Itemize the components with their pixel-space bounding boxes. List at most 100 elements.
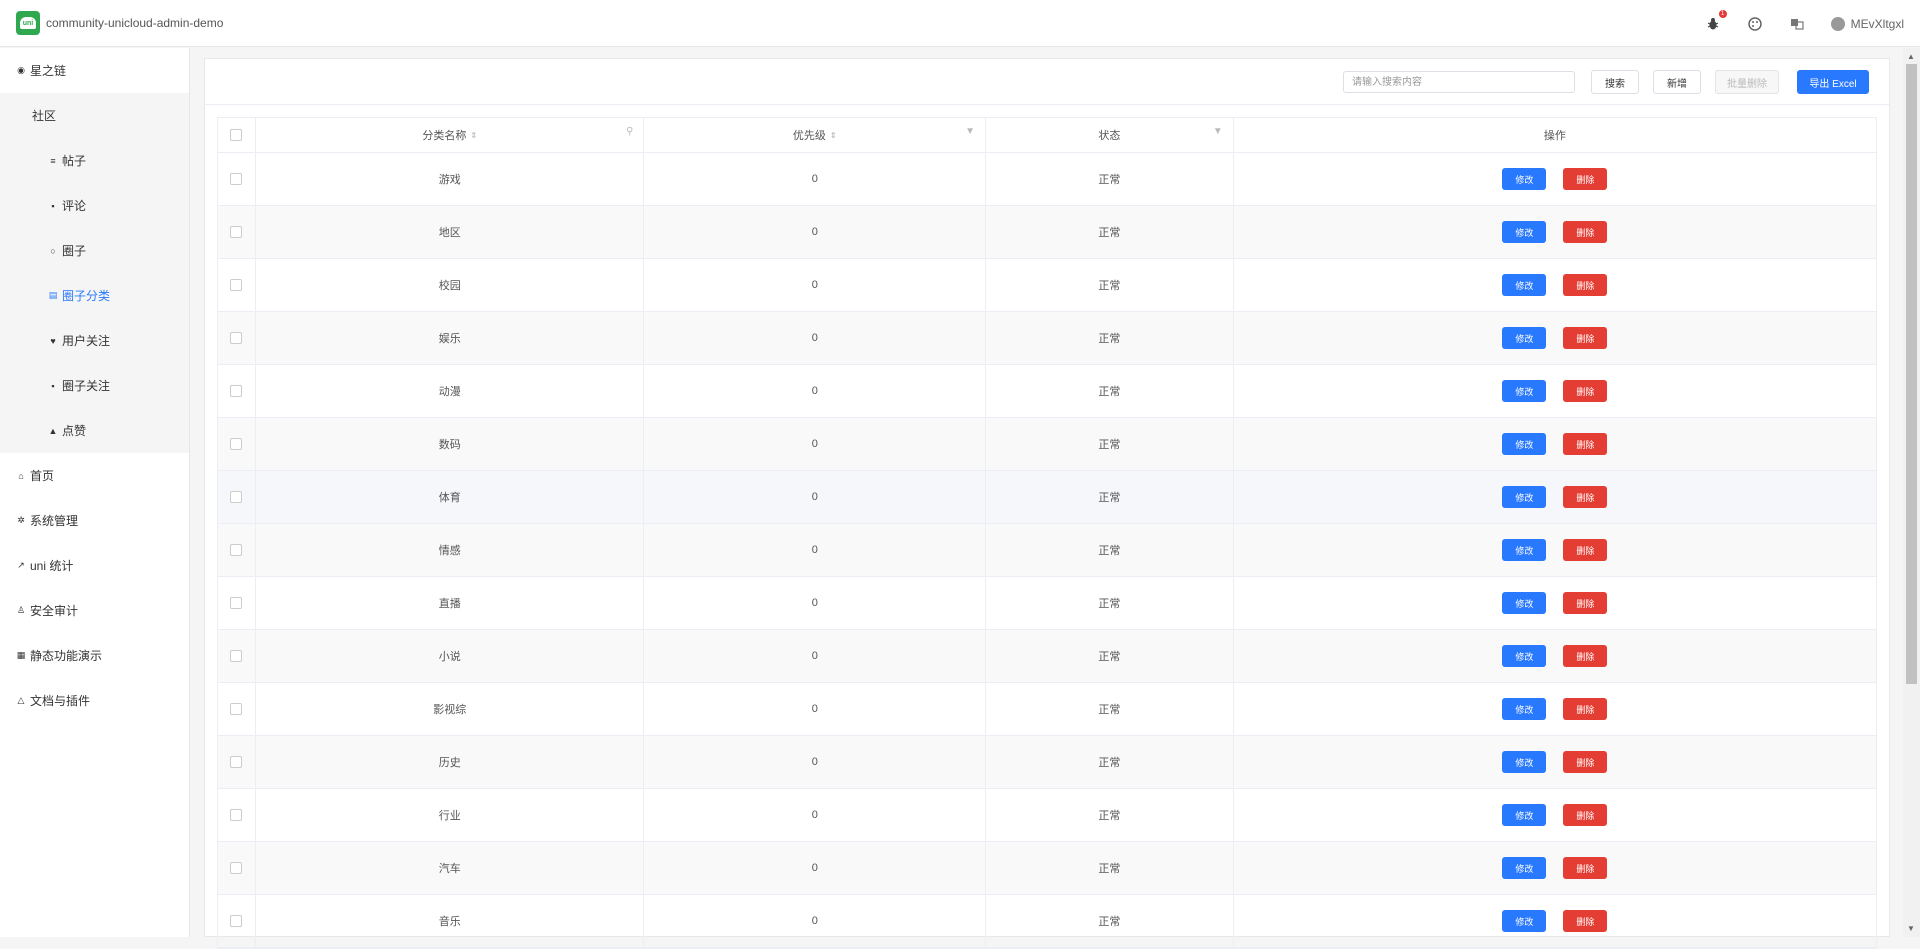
delete-button[interactable]: 删除 — [1563, 274, 1608, 296]
cell-name: 校园 — [256, 259, 645, 311]
sidebar-item-home[interactable]: ⌂ 首页 — [0, 453, 189, 498]
delete-button[interactable]: 删除 — [1563, 910, 1608, 932]
cell-name: 动漫 — [256, 365, 645, 417]
sort-icon[interactable]: ⇕ — [470, 131, 477, 140]
delete-button[interactable]: 删除 — [1563, 380, 1608, 402]
edit-button[interactable]: 修改 — [1502, 539, 1547, 561]
row-checkbox[interactable] — [230, 597, 243, 609]
header-name[interactable]: 分类名称 ⇕ ⚲ — [256, 118, 645, 152]
search-button[interactable]: 搜索 — [1591, 70, 1639, 94]
delete-button[interactable]: 删除 — [1563, 645, 1608, 667]
cell-priority: 0 — [644, 418, 987, 470]
scroll-up-icon[interactable]: ▲ — [1907, 52, 1915, 61]
search-icon[interactable]: ⚲ — [626, 126, 633, 137]
edit-button[interactable]: 修改 — [1502, 486, 1547, 508]
edit-button[interactable]: 修改 — [1502, 804, 1547, 826]
delete-button[interactable]: 删除 — [1563, 486, 1608, 508]
batch-delete-button[interactable]: 批量删除 — [1715, 70, 1779, 94]
sidebar-item-stats[interactable]: ↗ uni 统计 — [0, 543, 189, 588]
sidebar-item-system[interactable]: ✲ 系统管理 — [0, 498, 189, 543]
row-checkbox[interactable] — [230, 332, 243, 344]
header-priority[interactable]: 优先级 ⇕ ▼ — [644, 118, 987, 152]
edit-button[interactable]: 修改 — [1502, 380, 1547, 402]
delete-button[interactable]: 删除 — [1563, 698, 1608, 720]
cell-status: 正常 — [986, 842, 1234, 894]
sort-icon[interactable]: ⇕ — [830, 131, 837, 140]
cell-actions: 修改 删除 — [1234, 418, 1876, 470]
cell-name: 汽车 — [256, 842, 645, 894]
cell-name: 游戏 — [256, 153, 645, 205]
delete-button[interactable]: 删除 — [1563, 804, 1608, 826]
delete-button[interactable]: 删除 — [1563, 221, 1608, 243]
edit-button[interactable]: 修改 — [1502, 910, 1547, 932]
sidebar-item-circle-categories[interactable]: ▤ 圈子分类 — [0, 273, 189, 318]
sidebar-item-posts[interactable]: ≡ 帖子 — [0, 138, 189, 183]
edit-button[interactable]: 修改 — [1502, 274, 1547, 296]
edit-button[interactable]: 修改 — [1502, 751, 1547, 773]
filter-icon[interactable]: ▼ — [1213, 126, 1223, 137]
scroll-thumb[interactable] — [1906, 64, 1917, 684]
sidebar-item-label: 评论 — [62, 199, 87, 213]
add-button[interactable]: 新增 — [1653, 70, 1701, 94]
sidebar-item-circles[interactable]: ○ 圈子 — [0, 228, 189, 273]
select-all-checkbox[interactable] — [230, 129, 243, 141]
delete-button[interactable]: 删除 — [1563, 327, 1608, 349]
app-title[interactable]: community-unicloud-admin-demo — [46, 16, 223, 30]
row-checkbox[interactable] — [230, 915, 243, 927]
edit-button[interactable]: 修改 — [1502, 857, 1547, 879]
delete-button[interactable]: 删除 — [1563, 857, 1608, 879]
row-checkbox[interactable] — [230, 703, 243, 715]
edit-button[interactable]: 修改 — [1502, 433, 1547, 455]
delete-button[interactable]: 删除 — [1563, 433, 1608, 455]
sidebar-group-community[interactable]: 社区 — [0, 93, 189, 138]
sidebar-item-likes[interactable]: ▲ 点赞 — [0, 408, 189, 453]
cell-actions: 修改 删除 — [1234, 683, 1876, 735]
header-priority-label: 优先级 — [792, 130, 826, 142]
palette-icon[interactable] — [1747, 16, 1763, 32]
language-icon[interactable] — [1789, 16, 1805, 32]
sidebar-item-docs[interactable]: △ 文档与插件 — [0, 678, 189, 723]
delete-button[interactable]: 删除 — [1563, 539, 1608, 561]
sidebar-item-audit[interactable]: ♙ 安全审计 — [0, 588, 189, 633]
sidebar-item-circle-follows[interactable]: ▪ 圈子关注 — [0, 363, 189, 408]
search-input[interactable] — [1343, 71, 1575, 93]
scroll-down-icon[interactable]: ▼ — [1907, 924, 1915, 933]
page-scrollbar[interactable]: ▲ ▼ — [1903, 48, 1920, 937]
user-menu[interactable]: MEvXltgxl — [1830, 16, 1904, 31]
row-checkbox[interactable] — [230, 279, 243, 291]
table-row: 地区 0 正常 修改 删除 — [218, 206, 1876, 259]
edit-button[interactable]: 修改 — [1502, 221, 1547, 243]
export-excel-button[interactable]: 导出 Excel — [1797, 70, 1869, 94]
edit-button[interactable]: 修改 — [1502, 645, 1547, 667]
row-checkbox[interactable] — [230, 226, 243, 238]
row-checkbox[interactable] — [230, 544, 243, 556]
row-checkbox[interactable] — [230, 173, 243, 185]
row-checkbox[interactable] — [230, 862, 243, 874]
edit-button[interactable]: 修改 — [1502, 327, 1547, 349]
edit-button[interactable]: 修改 — [1502, 698, 1547, 720]
table-row: 情感 0 正常 修改 删除 — [218, 524, 1876, 577]
sidebar-item-xingzhilian[interactable]: ◉ 星之链 — [0, 48, 189, 93]
sidebar-item-demo[interactable]: ▦ 静态功能演示 — [0, 633, 189, 678]
bug-icon[interactable]: 1 — [1705, 9, 1727, 32]
app-logo[interactable]: uni — [16, 11, 40, 35]
edit-button[interactable]: 修改 — [1502, 168, 1547, 190]
header-status[interactable]: 状态 ▼ — [986, 118, 1234, 152]
delete-button[interactable]: 删除 — [1563, 751, 1608, 773]
delete-button[interactable]: 删除 — [1563, 168, 1608, 190]
delete-button[interactable]: 删除 — [1563, 592, 1608, 614]
table-row: 直播 0 正常 修改 删除 — [218, 577, 1876, 630]
filter-icon[interactable]: ▼ — [965, 126, 975, 137]
row-checkbox[interactable] — [230, 756, 243, 768]
list-icon: ≡ — [50, 155, 56, 166]
row-checkbox-cell — [218, 365, 256, 417]
edit-button[interactable]: 修改 — [1502, 592, 1547, 614]
row-checkbox[interactable] — [230, 491, 243, 503]
row-checkbox[interactable] — [230, 385, 243, 397]
row-checkbox[interactable] — [230, 809, 243, 821]
row-checkbox[interactable] — [230, 438, 243, 450]
cell-actions: 修改 删除 — [1234, 524, 1876, 576]
sidebar-item-user-follows[interactable]: ♥ 用户关注 — [0, 318, 189, 363]
sidebar-item-comments[interactable]: ▪ 评论 — [0, 183, 189, 228]
row-checkbox[interactable] — [230, 650, 243, 662]
